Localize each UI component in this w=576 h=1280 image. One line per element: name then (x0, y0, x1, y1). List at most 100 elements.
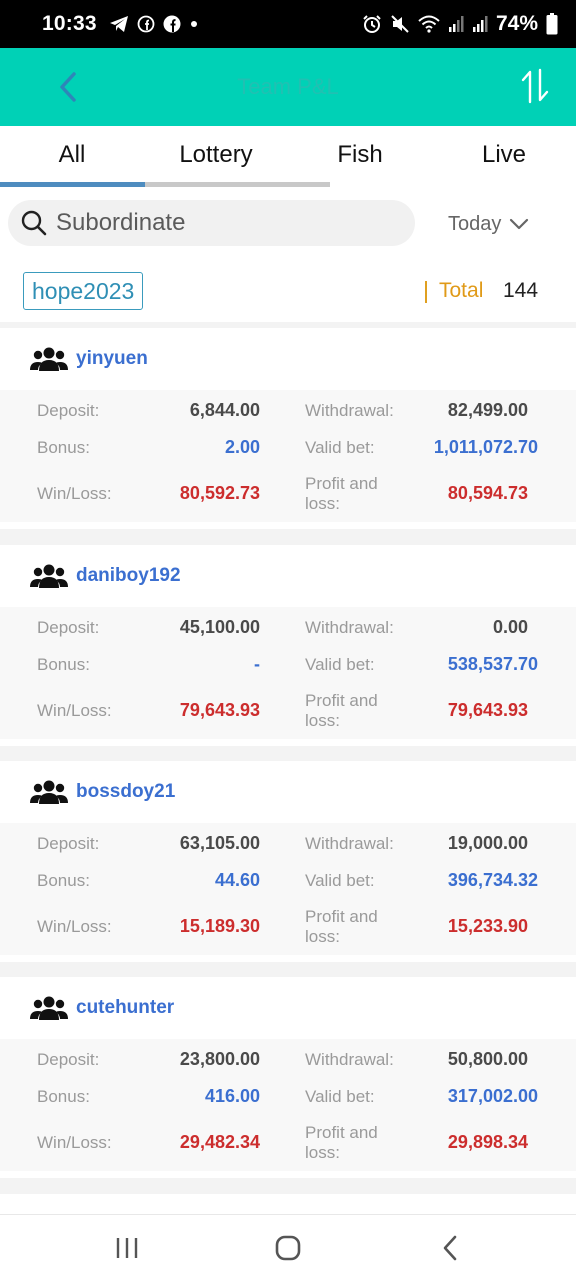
withdrawal-value: 50,800.00 (447, 1049, 528, 1069)
win-loss-label: Win/Loss: (37, 701, 112, 720)
bonus-label: Bonus: (37, 438, 90, 457)
status-bar: 10:33 74% (0, 0, 576, 48)
win-loss-value: 79,643.93 (179, 700, 260, 720)
profit-loss-label-line1: Profit and (305, 474, 378, 493)
withdrawal-label: Withdrawal: (305, 401, 394, 420)
search-icon (21, 210, 47, 236)
profit-loss-label-line2: loss: (305, 927, 340, 946)
group-icon (30, 780, 68, 804)
deposit-label: Deposit: (37, 401, 100, 420)
profit-loss-label: Profit and loss: (305, 691, 378, 731)
withdrawal-value: 82,499.00 (447, 400, 528, 420)
profit-loss-label: Profit and loss: (305, 474, 378, 514)
battery-percent: 74% (495, 12, 538, 35)
withdrawal-value: 0.00 (492, 617, 528, 637)
facebook-icon (163, 15, 181, 33)
bonus-label: Bonus: (37, 1087, 90, 1106)
telegram-icon (109, 16, 128, 32)
valid-bet-value: 396,734.32 (447, 870, 538, 890)
member-card[interactable]: bossdoy21 Deposit: 63,105.00 Withdrawal: 19,… (0, 761, 576, 973)
win-loss-label: Win/Loss: (37, 1133, 112, 1152)
bonus-label: Bonus: (37, 655, 90, 674)
tab-all[interactable]: All (0, 126, 144, 184)
system-navigation-bar (0, 1214, 576, 1280)
member-name[interactable]: yinyuen (76, 348, 148, 370)
back-icon[interactable] (436, 1233, 466, 1263)
member-stats: Deposit: 6,844.00 Withdrawal: 82,499.00 Bonu… (0, 390, 576, 522)
sort-icon[interactable] (520, 68, 550, 104)
withdrawal-label: Withdrawal: (305, 1050, 394, 1069)
notification-icons (109, 15, 199, 33)
valid-bet-label: Valid bet: (305, 438, 375, 457)
alarm-icon (363, 15, 381, 33)
valid-bet-value: 317,002.00 (447, 1086, 538, 1106)
profit-loss-value: 79,643.93 (447, 700, 528, 720)
deposit-label: Deposit: (37, 618, 100, 637)
valid-bet-label: Valid bet: (305, 1087, 375, 1106)
member-header: cutehunter (30, 995, 174, 1021)
dot-icon (190, 21, 197, 27)
profit-loss-label-line1: Profit and (305, 1123, 378, 1142)
member-stats: Deposit: 23,800.00 Withdrawal: 50,800.00 Bon… (0, 1039, 576, 1171)
member-header: yinyuen (30, 346, 148, 372)
profit-loss-label-line2: loss: (305, 494, 340, 513)
home-icon[interactable] (273, 1233, 303, 1263)
member-card[interactable]: yinyuen Deposit: 6,844.00 Withdrawal: 82,499… (0, 328, 576, 540)
wifi-icon (418, 15, 440, 33)
card-divider (0, 962, 576, 978)
tab-active-indicator (0, 182, 145, 187)
valid-bet-value: 1,011,072.70 (433, 437, 538, 457)
profit-loss-label-line2: loss: (305, 711, 340, 730)
member-header: bossdoy21 (30, 779, 175, 805)
member-name[interactable]: bossdoy21 (76, 781, 175, 803)
withdrawal-label: Withdrawal: (305, 618, 394, 637)
member-card[interactable]: cutehunter Deposit: 23,800.00 Withdrawal: 50… (0, 977, 576, 1189)
page-title: Team P&L (237, 74, 339, 99)
recent-apps-icon[interactable] (112, 1233, 142, 1263)
member-header: daniboy192 (30, 563, 181, 589)
card-divider (0, 529, 576, 545)
member-name[interactable]: daniboy192 (76, 565, 181, 587)
deposit-value: 45,100.00 (179, 617, 260, 637)
win-loss-label: Win/Loss: (37, 484, 112, 503)
subordinate-search-input[interactable] (56, 209, 386, 237)
category-tabs: All Lottery Fish Live (0, 126, 576, 188)
card-divider (0, 1178, 576, 1194)
deposit-value: 63,105.00 (179, 833, 260, 853)
total-label: Total (439, 279, 484, 302)
back-arrow-icon[interactable] (52, 68, 84, 106)
group-icon (30, 996, 68, 1020)
deposit-label: Deposit: (37, 1050, 100, 1069)
bonus-value: 416.00 (204, 1086, 260, 1106)
valid-bet-label: Valid bet: (305, 655, 375, 674)
chevron-down-icon (510, 218, 529, 230)
win-loss-value: 15,189.30 (179, 916, 260, 936)
bonus-label: Bonus: (37, 871, 90, 890)
member-card[interactable]: daniboy192 Deposit: 45,100.00 Withdrawal: 0.… (0, 545, 576, 757)
battery-icon (546, 13, 558, 35)
withdrawal-label: Withdrawal: (305, 834, 394, 853)
signal-icon-2 (472, 16, 488, 32)
bonus-value: - (254, 654, 260, 674)
tab-fish[interactable]: Fish (288, 126, 432, 184)
member-name[interactable]: cutehunter (76, 997, 174, 1019)
period-dropdown[interactable]: Today (448, 206, 529, 242)
current-user-chip[interactable]: hope2023 (23, 272, 144, 310)
profit-loss-label-line2: loss: (305, 1143, 340, 1162)
mute-icon (391, 15, 409, 33)
total-count: 144 (503, 279, 539, 302)
tab-live[interactable]: Live (432, 126, 576, 184)
profit-loss-value: 80,594.73 (447, 483, 528, 503)
win-loss-value: 29,482.34 (179, 1132, 260, 1152)
team-pnl-screen: 10:33 74% Team P&L All Lottery Fish Live (0, 0, 576, 1280)
valid-bet-value: 538,537.70 (447, 654, 538, 674)
team-summary-row: hope2023 Total 144 (0, 262, 576, 322)
total-divider (425, 281, 427, 303)
group-icon (30, 347, 68, 371)
card-divider (0, 746, 576, 762)
profit-loss-label: Profit and loss: (305, 907, 378, 947)
status-time: 10:33 (42, 12, 97, 35)
deposit-label: Deposit: (37, 834, 100, 853)
tab-lottery[interactable]: Lottery (144, 126, 288, 184)
bonus-value: 44.60 (214, 870, 260, 890)
